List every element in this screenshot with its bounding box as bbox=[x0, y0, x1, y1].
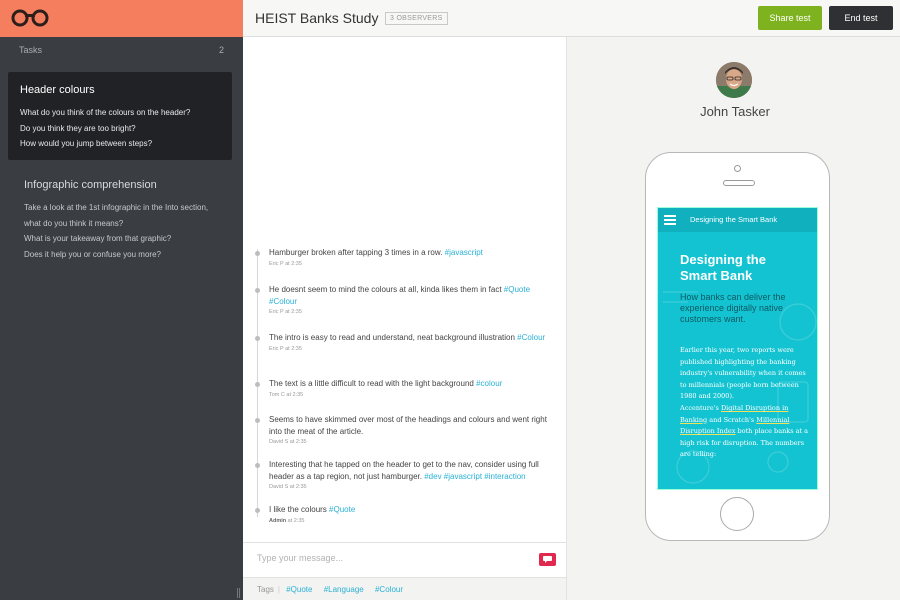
task-question: what do you think it means? bbox=[24, 218, 124, 228]
note-text: Hamburger broken after tapping 3 times i… bbox=[269, 248, 443, 257]
article-body: Earlier this year, two reports were publ… bbox=[680, 345, 812, 461]
chat-bubble-icon bbox=[543, 556, 552, 563]
note-time: at 2:35 bbox=[287, 517, 305, 524]
task-question: Take a look at the 1st infographic in th… bbox=[24, 203, 209, 212]
task-question: Does it help you or confuse you more? bbox=[24, 249, 161, 259]
participant-name: John Tasker bbox=[700, 104, 770, 119]
note-tags[interactable]: #Quote bbox=[329, 505, 355, 514]
note-item: Hamburger broken after tapping 3 times i… bbox=[255, 247, 559, 267]
note-text: Seems to have skimmed over most of the h… bbox=[269, 415, 547, 436]
timeline-dot bbox=[255, 336, 260, 341]
study-title: HEIST Banks Study bbox=[255, 10, 379, 26]
note-author: David S bbox=[269, 439, 289, 445]
note-item: He doesnt seem to mind the colours at al… bbox=[255, 284, 559, 315]
note-time: at 2:35 bbox=[289, 484, 307, 490]
note-text: The intro is easy to read and understand… bbox=[269, 333, 515, 342]
note-time: at 2:35 bbox=[289, 439, 307, 445]
quick-tag[interactable]: #Language bbox=[324, 585, 364, 594]
send-button[interactable] bbox=[539, 553, 556, 566]
tasks-count: 2 bbox=[218, 45, 224, 55]
task-question: Do you think they are too bright? bbox=[20, 123, 136, 133]
screen-nav-bar: Designing the Smart Bank bbox=[658, 208, 817, 232]
quick-tag[interactable]: #Quote bbox=[286, 585, 312, 594]
study-header: HEIST Banks Study 3 OBSERVERS Share test… bbox=[243, 0, 900, 37]
task-title: Header colours bbox=[20, 84, 95, 96]
article-text: and Scratch's bbox=[709, 415, 755, 424]
article-title: Designing the Smart Bank bbox=[680, 252, 766, 283]
note-author: Eric P bbox=[269, 309, 284, 315]
note-author: David S bbox=[269, 484, 289, 490]
quick-tag[interactable]: #Colour bbox=[375, 585, 403, 594]
note-text: He doesnt seem to mind the colours at al… bbox=[269, 285, 502, 294]
device-screen[interactable]: Designing the Smart Bank Designing the S… bbox=[657, 207, 818, 490]
phone-frame: Designing the Smart Bank Designing the S… bbox=[645, 152, 830, 541]
note-author: Admin bbox=[269, 517, 287, 524]
note-time: at 2:35 bbox=[286, 391, 304, 398]
phone-speaker bbox=[723, 180, 755, 186]
note-text: The text is a little difficult to read w… bbox=[269, 379, 474, 388]
brand-bar bbox=[0, 0, 243, 37]
tags-divider: | bbox=[277, 585, 280, 594]
task-question: What is your takeaway from that graphic? bbox=[24, 234, 172, 243]
home-button[interactable] bbox=[720, 497, 754, 531]
timeline-dot bbox=[255, 251, 260, 256]
note-item: The intro is easy to read and understand… bbox=[255, 332, 559, 352]
message-composer bbox=[243, 542, 567, 577]
note-author: Tom C bbox=[269, 391, 285, 398]
timeline-dot bbox=[255, 382, 260, 387]
task-card-infographic-comprehension[interactable]: Infographic comprehension Take a look at… bbox=[24, 179, 229, 262]
note-author: Eric P bbox=[269, 345, 284, 352]
tasks-header: Tasks 2 bbox=[0, 37, 243, 63]
task-card-header-colours[interactable]: Header colours What do you think of the … bbox=[8, 72, 232, 160]
screen-nav-title: Designing the Smart Bank bbox=[690, 215, 778, 224]
binoculars-logo-icon[interactable] bbox=[11, 9, 49, 27]
note-tags[interactable]: #Colour bbox=[517, 333, 545, 342]
task-question: How would you jump between steps? bbox=[20, 139, 153, 148]
note-tags[interactable]: #colour bbox=[476, 379, 502, 388]
tags-label: Tags bbox=[257, 585, 274, 594]
timeline-dot bbox=[255, 288, 260, 293]
quick-tags-bar: Tags | #Quote #Language #Colour bbox=[243, 577, 567, 600]
note-tags[interactable]: #dev #javascript #interaction bbox=[424, 472, 525, 481]
note-time: at 2:35 bbox=[285, 309, 302, 315]
tasks-sidebar: Tasks 2 Header colours What do you think… bbox=[0, 0, 243, 600]
note-time: at 2:35 bbox=[285, 260, 302, 267]
notes-feed[interactable]: Hamburger broken after tapping 3 times i… bbox=[243, 37, 567, 542]
share-test-button[interactable]: Share test bbox=[758, 6, 822, 30]
note-text: I like the colours bbox=[269, 505, 327, 514]
note-tags[interactable]: #javascript bbox=[445, 248, 483, 257]
tasks-label: Tasks bbox=[19, 45, 43, 55]
note-item: Seems to have skimmed over most of the h… bbox=[255, 414, 559, 445]
note-item: I like the colours #Quote Admin at 2:35 bbox=[255, 504, 559, 524]
timeline-dot bbox=[255, 463, 260, 468]
participant-avatar bbox=[716, 62, 752, 98]
timeline-dot bbox=[255, 418, 260, 423]
task-title: Infographic comprehension bbox=[24, 179, 157, 191]
article-paragraph: Earlier this year, two reports were publ… bbox=[680, 346, 806, 401]
phone-camera bbox=[734, 165, 741, 172]
user-photo-icon bbox=[716, 62, 752, 98]
note-item: Interesting that he tapped on the header… bbox=[255, 459, 559, 490]
hamburger-menu-icon[interactable] bbox=[664, 215, 676, 225]
timeline-dot bbox=[255, 508, 260, 513]
note-time: at 2:35 bbox=[285, 345, 302, 352]
note-item: The text is a little difficult to read w… bbox=[255, 378, 559, 398]
note-author: Eric P bbox=[269, 260, 284, 267]
article-text: Accenture's bbox=[680, 403, 719, 412]
end-test-button[interactable]: End test bbox=[829, 6, 893, 30]
message-input[interactable] bbox=[257, 553, 517, 563]
task-question: What do you think of the colours on the … bbox=[20, 108, 191, 117]
article-subtitle: How banks can deliver the experience dig… bbox=[680, 292, 786, 324]
observers-badge[interactable]: 3 OBSERVERS bbox=[385, 12, 448, 25]
resize-grip-icon[interactable] bbox=[237, 588, 240, 598]
